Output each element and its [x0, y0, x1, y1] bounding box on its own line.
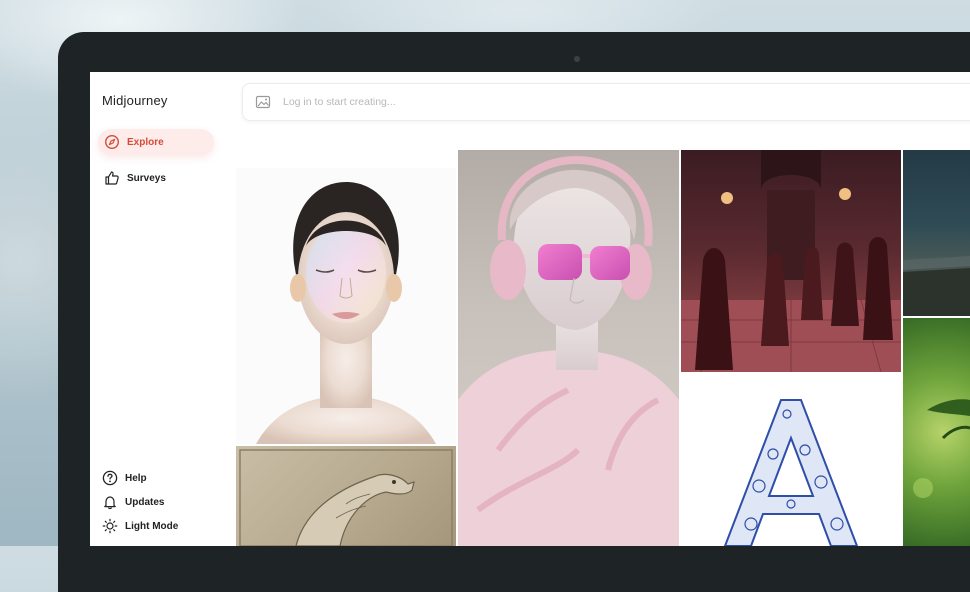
app-logo[interactable]: Midjourney [102, 93, 168, 108]
statue-art [458, 155, 679, 546]
letter-art [723, 399, 859, 546]
sidebar-item-light-mode[interactable]: Light Mode [102, 516, 178, 536]
statue-headphones-image[interactable] [458, 150, 679, 546]
sidebar-item-help[interactable]: Help [102, 468, 147, 488]
bell-icon [104, 496, 116, 510]
sidebar-item-surveys[interactable]: Surveys [98, 165, 166, 191]
leaves-image[interactable] [903, 318, 970, 546]
prompt-bar[interactable] [242, 83, 970, 121]
sidebar-item-label: Explore [127, 136, 164, 148]
landscape-art [903, 256, 970, 316]
portrait-image[interactable] [236, 168, 456, 444]
help-circle-icon [102, 470, 118, 486]
compass-icon [104, 134, 120, 150]
app-window: Midjourney Explore Surveys Help Updates … [90, 72, 970, 546]
prompt-input[interactable] [281, 95, 885, 109]
cloaked-figures-image[interactable] [681, 150, 901, 372]
sun-icon [102, 518, 118, 534]
sidebar-item-label: Surveys [127, 172, 166, 184]
portrait-art [256, 182, 436, 444]
sidebar-item-updates[interactable]: Updates [102, 492, 164, 512]
sidebar-item-label: Updates [125, 496, 165, 508]
thumbs-up-icon [105, 171, 119, 185]
leaves-art [913, 399, 970, 498]
sidebar-item-label: Help [125, 472, 147, 484]
sidebar-item-explore[interactable]: Explore [98, 129, 214, 155]
cloaked-art [681, 150, 901, 372]
webcam [574, 56, 580, 62]
sidebar: Midjourney Explore Surveys Help Updates … [90, 72, 236, 546]
landscape-image[interactable] [903, 150, 970, 316]
sketch-creature-image[interactable] [236, 446, 456, 546]
floral-letter-a-image[interactable] [681, 374, 901, 546]
image-icon[interactable] [255, 94, 271, 110]
sidebar-item-label: Light Mode [125, 520, 179, 532]
sketch-art [239, 449, 453, 546]
